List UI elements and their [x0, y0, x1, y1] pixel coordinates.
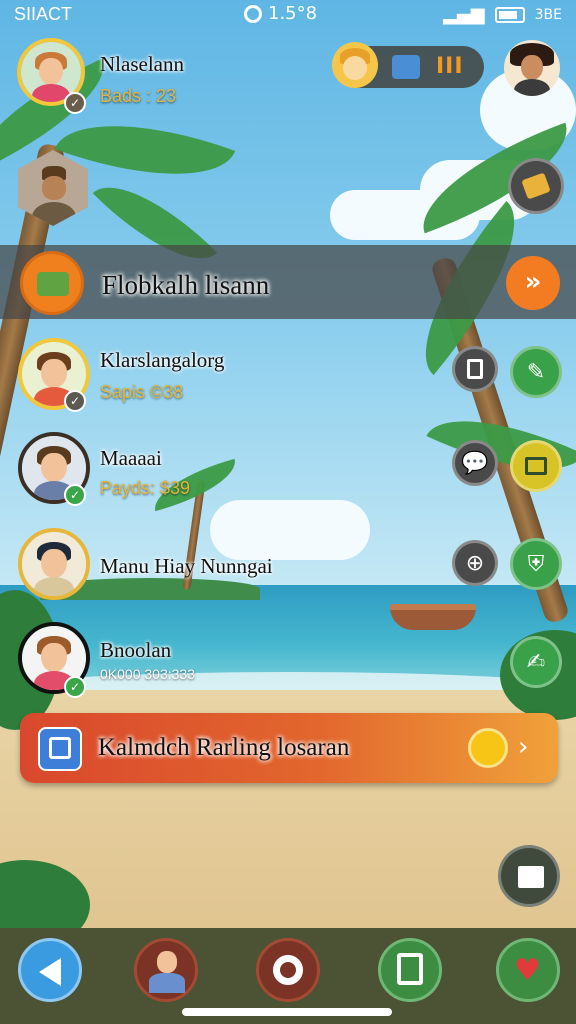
notebook-icon [521, 172, 551, 200]
verified-badge: ✓ [64, 676, 86, 698]
boat [390, 604, 476, 630]
battery-text: 3ВЕ [534, 6, 562, 23]
shield-button[interactable]: ⛨ [510, 538, 562, 590]
gear-icon [273, 955, 303, 985]
clock-time: 1.5°8 [268, 3, 318, 24]
back-button[interactable] [18, 938, 82, 1002]
beach-background [0, 0, 576, 1024]
resource-hud[interactable]: III [332, 42, 484, 88]
compass-button[interactable]: ⊕ [452, 540, 498, 586]
banner-icon [20, 251, 84, 315]
chat-icon: 💬 [461, 450, 489, 476]
board-icon [525, 457, 547, 475]
alarm-icon [244, 4, 262, 23]
ranking-icon [38, 727, 82, 771]
trash-icon [467, 359, 483, 379]
verified-badge: ✓ [64, 390, 86, 412]
map-icon [37, 272, 69, 296]
pencil-icon: ✎ [526, 359, 546, 385]
wrench-icon: ✍ [526, 649, 546, 675]
player-name: Maaaai [100, 446, 162, 470]
double-chevron-icon: » [524, 267, 542, 297]
player-name: Klarslangalorg [100, 348, 225, 372]
verified-badge: ✓ [64, 92, 86, 114]
profile-icon [157, 951, 177, 973]
board-button[interactable] [510, 440, 562, 492]
level-indicator: III [436, 54, 464, 79]
battery-icon [494, 6, 525, 23]
tasks-button[interactable] [378, 938, 442, 1002]
back-icon [39, 958, 61, 986]
status-bar: SIIACT 1.5°8 ▂▄▆ 3ВЕ [0, 0, 576, 30]
compass-icon: ⊕ [465, 550, 485, 576]
player-score: Sapis ©38 [100, 382, 184, 402]
player-score: Payds: $39 [100, 478, 191, 498]
banner-forward-button[interactable]: » [506, 256, 560, 310]
player-score: 0K000 303:333 [100, 666, 195, 682]
note-icon [397, 953, 423, 985]
favorites-button[interactable]: ♥ [496, 938, 560, 1002]
verified-badge: ✓ [64, 484, 86, 506]
player-name: Manu Hiay Nunngai [100, 554, 273, 578]
featured-banner[interactable] [0, 245, 576, 319]
home-indicator [182, 1008, 392, 1016]
home-button[interactable] [498, 845, 560, 907]
chat-button[interactable]: 💬 [452, 440, 498, 486]
signal-icon: ▂▄▆ [443, 4, 485, 25]
shield-icon: ⛨ [527, 551, 545, 577]
pencil-button[interactable]: ✎ [510, 346, 562, 398]
clock: 1.5°8 [244, 3, 317, 24]
banner-title: Flobkalh lisann [102, 270, 270, 300]
carrier-text: SIIACT [14, 4, 73, 24]
home-icon [518, 866, 544, 888]
backpack-icon [392, 55, 420, 79]
player-avatar[interactable] [18, 528, 90, 600]
emoji-avatar [332, 42, 378, 88]
top-profile-score: Bads : 23 [100, 86, 177, 106]
chevron-right-icon: › [518, 732, 529, 762]
ranking-label: Kalmdch Rarling losaran [98, 734, 350, 761]
player-name: Bnoolan [100, 638, 172, 662]
cloud [210, 500, 370, 560]
status-icons: ▂▄▆ 3ВЕ [443, 4, 562, 25]
top-profile-name: Nlaselann [100, 52, 184, 76]
settings-button[interactable] [256, 938, 320, 1002]
trash-button[interactable] [452, 346, 498, 392]
wrench-button[interactable]: ✍ [510, 636, 562, 688]
top-right-avatar[interactable] [504, 40, 560, 96]
heart-icon: ♥ [514, 953, 541, 988]
profile-button[interactable] [134, 938, 198, 1002]
notebook-button[interactable] [508, 158, 564, 214]
coin-icon [468, 728, 508, 768]
